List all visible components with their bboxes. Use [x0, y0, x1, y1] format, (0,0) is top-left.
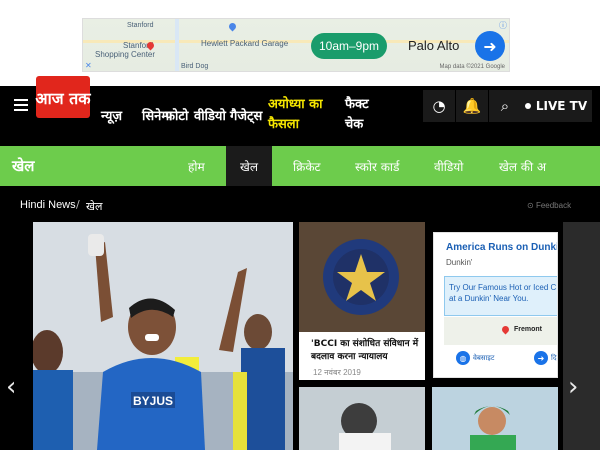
feedback-link[interactable]: ⊙ Feedback [527, 201, 571, 210]
ad-title[interactable]: America Runs on Dunkin' [446, 242, 557, 253]
news-card-3[interactable] [432, 387, 558, 450]
live-tv-label: LIVE TV [535, 99, 588, 113]
nav-item-video[interactable]: वीडियो [194, 106, 226, 124]
svg-text:BYJUS: BYJUS [133, 394, 173, 408]
bcci-logo-image [299, 222, 425, 332]
directions-icon[interactable]: ➜ [475, 31, 505, 61]
tab-home[interactable]: होम [188, 146, 205, 186]
breadcrumb: Hindi News / खेल ⊙ Feedback [0, 186, 600, 222]
slider-prev-icon[interactable]: ‹ [6, 372, 16, 402]
ad-website-label: वेबसाइट [473, 353, 495, 362]
aajtak-logo[interactable]: आज तक [34, 74, 92, 120]
hero-photo: BYJUS [33, 222, 293, 450]
search-icon[interactable]: ⌕ [489, 90, 521, 122]
tab-videos[interactable]: वीडियो [434, 146, 463, 186]
ad-subtitle: Dunkin' [446, 258, 473, 267]
section-bar: खेल होम खेल क्रिकेट स्कोर कार्ड वीडियो ख… [0, 146, 600, 186]
live-dot-icon [524, 103, 531, 109]
speedometer-icon[interactable]: ◔ [423, 90, 455, 122]
map-label-top: Stanford [127, 22, 154, 29]
ad-directions-button[interactable]: ➜ दि [534, 351, 557, 365]
hours-badge: 10am–9pm [311, 33, 387, 59]
nav-item-gadgets[interactable]: गैजेट्स [230, 106, 262, 124]
location-pin-icon [500, 324, 511, 335]
card-title[interactable]: 'BCCI का संशोधित संविधान में बदलाव करना … [311, 338, 419, 364]
ad-map: Fremont [444, 317, 557, 345]
card-2-image [299, 387, 425, 450]
dunkin-ad[interactable]: America Runs on Dunkin' Dunkin' Try Our … [433, 232, 558, 378]
breadcrumb-home[interactable]: Hindi News [20, 199, 76, 211]
directions-small-icon: ➜ [534, 351, 548, 365]
map-label-bottom: Bird Dog [181, 63, 209, 70]
card-3-image [432, 387, 558, 450]
map-copyright: Map data ©2021 Google [439, 64, 505, 70]
tab-more[interactable]: खेल की अ [499, 146, 546, 186]
ad-info-icon[interactable]: ⓘ [499, 20, 507, 31]
bell-icon[interactable]: 🔔 [456, 90, 488, 122]
tab-sports[interactable]: खेल [226, 146, 272, 186]
bcci-emblem [299, 222, 425, 332]
ad-city-label: Palo Alto [408, 38, 460, 53]
nav-item-ayodhya[interactable]: अयोध्या का फैसला [268, 95, 338, 135]
section-title: खेल [12, 157, 35, 175]
next-card-peek [563, 222, 600, 450]
ad-message-line-1: Try Our Famous Hot or Iced C [449, 283, 557, 292]
slider-next-icon[interactable]: › [568, 372, 578, 402]
tab-cricket[interactable]: क्रिकेट [293, 146, 321, 186]
ad-location: Fremont [514, 326, 542, 333]
nav-item-news[interactable]: न्यूज़ [101, 106, 122, 124]
breadcrumb-separator: / [76, 198, 80, 211]
nav-item-fact-check[interactable]: फैक्ट चेक [345, 95, 385, 135]
ad-website-button[interactable]: ◍ वेबसाइट [456, 351, 494, 365]
card-date: 12 नवंबर 2019 [313, 368, 361, 377]
globe-icon: ◍ [456, 351, 470, 365]
hero-image[interactable]: BYJUS [33, 222, 293, 450]
menu-icon[interactable] [14, 99, 28, 111]
map-label-shopping: Shopping Center [95, 50, 156, 59]
news-card-bcci[interactable]: 'BCCI का संशोधित संविधान में बदलाव करना … [299, 222, 425, 380]
main-nav: आज तक न्यूज़ सिनेमा फोटो वीडियो गैजेट्स … [0, 76, 600, 146]
ad-message[interactable]: Try Our Famous Hot or Iced C at a Dunkin… [444, 276, 557, 316]
ad-message-line-2: at a Dunkin' Near You. [449, 294, 529, 303]
ad-close-icon[interactable]: ✕ [85, 61, 92, 70]
tab-scorecard[interactable]: स्कोर कार्ड [355, 146, 399, 186]
feedback-label: Feedback [535, 201, 572, 210]
live-tv-button[interactable]: LIVE TV [520, 90, 592, 122]
nav-item-photo[interactable]: फोटो [165, 106, 188, 124]
content-area: ‹ BYJUS 'BCCI का संशोधित संविधान में बदल… [0, 222, 600, 450]
ad-directions-label: दि [551, 353, 557, 362]
logo-text: आज तक [35, 89, 91, 108]
news-card-2[interactable] [299, 387, 425, 450]
map-label-hp-garage: Hewlett Packard Garage [201, 39, 289, 48]
breadcrumb-current: खेल [86, 201, 103, 213]
top-map-ad[interactable]: Stanford Shopping Center Hewlett Packard… [82, 18, 510, 72]
